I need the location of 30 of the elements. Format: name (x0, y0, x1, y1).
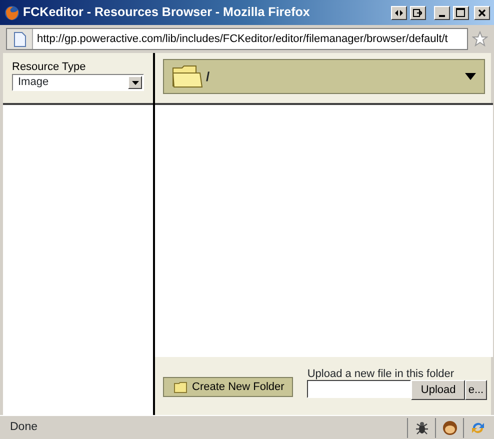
maximize-button[interactable] (452, 6, 468, 20)
resource-type-label: Resource Type (12, 61, 87, 74)
minimize-button[interactable] (434, 6, 450, 20)
resize-button[interactable] (390, 6, 407, 20)
address-field[interactable]: http://gp.poweractive.com/lib/includes/FCKeditor/editor/filemanager/browser/default/t (6, 28, 468, 50)
status-text: Done (9, 420, 38, 435)
close-button[interactable] (474, 6, 490, 20)
dropdown-arrow-icon (132, 80, 138, 84)
dropdown-arrow-icon[interactable] (464, 73, 476, 80)
folder-icon (172, 64, 204, 90)
page-icon (14, 32, 26, 46)
create-folder-button[interactable]: Create New Folder (163, 377, 294, 397)
star-icon[interactable] (472, 31, 488, 47)
close-icon (478, 8, 486, 16)
window-title: FCKeditor - Resources Browser - Mozilla Firefox (23, 4, 310, 22)
file-input-field[interactable] (307, 380, 412, 398)
browse-button[interactable]: e... (465, 380, 487, 400)
resource-type-select[interactable]: Image (12, 74, 144, 91)
arrows-icon (394, 8, 403, 16)
folder-path: / (206, 68, 210, 86)
upload-button[interactable]: Upload (411, 380, 466, 400)
browser-logo-icon (4, 4, 20, 20)
current-folder-bar[interactable]: / (163, 59, 485, 94)
restore-button[interactable] (410, 6, 426, 20)
minimize-icon (438, 14, 445, 16)
folder-icon (174, 382, 188, 392)
maximize-icon (456, 8, 465, 17)
bug-icon[interactable] (414, 420, 430, 436)
restore-icon (413, 8, 422, 16)
upload-label: Upload a new file in this folder (307, 368, 456, 380)
